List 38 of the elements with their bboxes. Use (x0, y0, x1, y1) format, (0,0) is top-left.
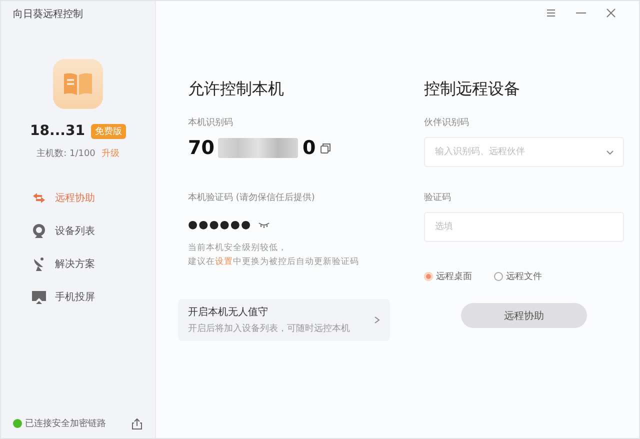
share-icon[interactable] (131, 418, 143, 430)
device-list-icon (31, 223, 47, 239)
hidden-eye-icon[interactable] (258, 222, 270, 228)
partner-id-field[interactable]: 输入识别码、远程伙伴 (424, 137, 624, 167)
plan-badge: 免费版 (90, 124, 126, 138)
mode-radio[interactable]: 远程文件 (494, 270, 542, 283)
card-title: 开启本机无人值守 (188, 306, 269, 319)
book-logo-icon (53, 59, 103, 109)
chevron-right-icon (374, 316, 380, 324)
menu-icon[interactable] (545, 7, 557, 19)
sidebar-item[interactable]: 手机投屏 (31, 287, 141, 307)
device-id: 70 (188, 137, 214, 159)
security-note: 当前本机安全级别较低， (188, 242, 288, 255)
mode-radio[interactable]: 远程桌面 (424, 270, 472, 283)
unattended-card[interactable]: 开启本机无人值守 开启后将加入设备列表，可随时远控本机 (178, 299, 390, 341)
card-subtitle: 开启后将加入设备列表，可随时远控本机 (188, 322, 350, 335)
section-title: 允许控制本机 (188, 79, 285, 100)
account-name: 18...31 (30, 123, 85, 139)
assist-button[interactable]: 远程协助 (461, 303, 587, 328)
verification-code: ●●●●●● (188, 218, 252, 231)
sidebar-item[interactable]: 设备列表 (31, 221, 141, 241)
id-label: 本机识别码 (188, 116, 234, 129)
chevron-down-icon (606, 150, 614, 155)
security-note: 建议在设置中更换为被控后自动更新验证码 (188, 256, 360, 269)
code-label: 本机验证码 (请勿保信任后提供) (188, 192, 316, 204)
code-label: 验证码 (424, 192, 452, 204)
screen-cast-icon (31, 289, 47, 305)
section-title: 控制远程设备 (424, 79, 521, 100)
partner-id-label: 伙伴识别码 (424, 116, 470, 129)
copy-icon[interactable] (320, 142, 331, 154)
device-id: 0 (302, 137, 316, 159)
swap-arrows-icon (31, 190, 47, 206)
close-icon[interactable] (605, 7, 617, 19)
sidebar-item[interactable]: 解决方案 (31, 254, 141, 274)
window-title: 向日葵远程控制 (12, 8, 84, 21)
connection-status: 已连接安全加密链路 (25, 418, 106, 430)
host-count: 主机数: 1/100 (36, 148, 96, 160)
code-field[interactable]: 选填 (424, 212, 624, 242)
